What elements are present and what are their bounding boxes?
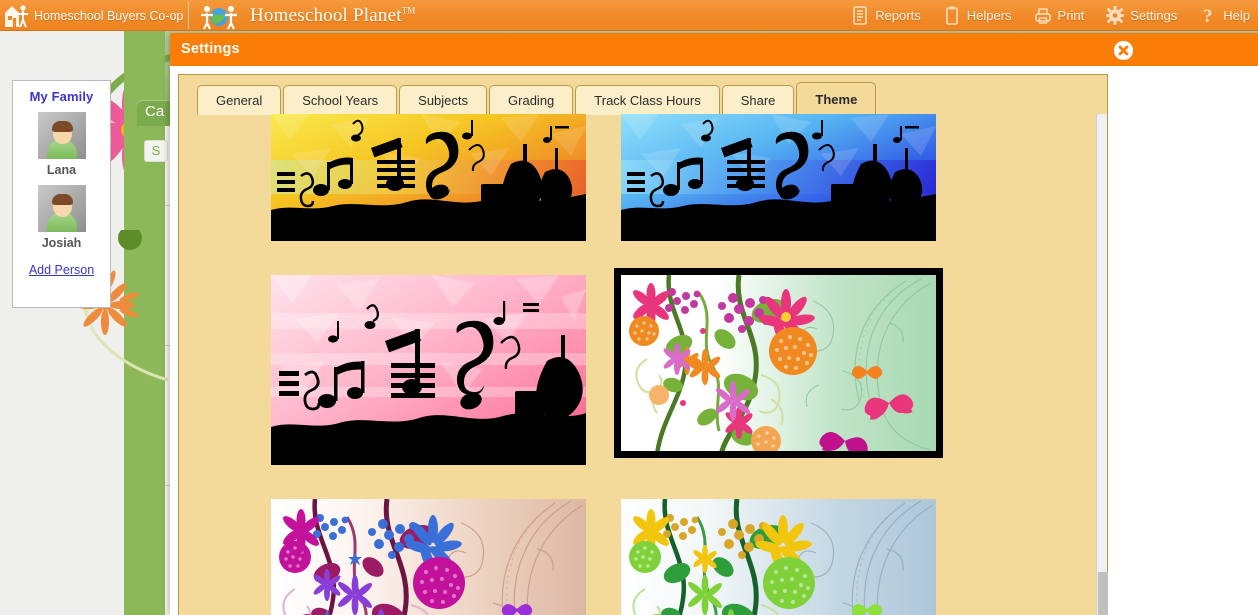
- question-mark-icon: ?: [1203, 6, 1213, 25]
- theme-list-scroll-area: [197, 114, 1093, 615]
- printer-icon: [1034, 8, 1051, 24]
- theme-option[interactable]: [271, 114, 586, 241]
- close-icon[interactable]: [1114, 41, 1133, 60]
- background-left-button[interactable]: S: [144, 140, 168, 162]
- app-title: Homeschool PlanetTM: [250, 5, 416, 27]
- tab-label: Theme: [815, 91, 858, 107]
- calendar-tab-label: Ca: [145, 103, 165, 120]
- my-family-panel: My Family Lana Josiah Add Person: [12, 80, 111, 308]
- schoolhouse-icon: [5, 5, 28, 28]
- tab-general[interactable]: General: [197, 85, 282, 115]
- settings-dialog-titlebar: Settings: [170, 33, 1258, 66]
- floral-artwork: [621, 275, 936, 451]
- settings-tabbar: General School Years Subjects Grading Tr…: [197, 82, 878, 115]
- music-artwork: [271, 114, 586, 241]
- nav-item-label: Settings: [1130, 8, 1178, 23]
- theme-thumbnail-music-blue[interactable]: [621, 114, 936, 241]
- music-artwork: [271, 275, 586, 465]
- nav-item-label: Helpers: [966, 8, 1012, 23]
- svg-text:?: ?: [1203, 6, 1213, 25]
- tab-track-class-hours[interactable]: Track Class Hours: [575, 85, 720, 115]
- floral-artwork: [271, 499, 586, 615]
- globe-people-icon: [201, 6, 237, 30]
- theme-grid: [197, 114, 1093, 615]
- nav-divider: [188, 2, 189, 29]
- nav-item-label: Reports: [875, 8, 921, 23]
- tab-subjects[interactable]: Subjects: [399, 85, 488, 115]
- my-family-title: My Family: [29, 89, 94, 104]
- nav-item-label: Print: [1057, 8, 1085, 23]
- tab-label: Subjects: [418, 93, 469, 108]
- settings-dialog-title: Settings: [181, 41, 240, 57]
- coop-brand[interactable]: Homeschool Buyers Co-op: [0, 0, 183, 31]
- tab-school-years[interactable]: School Years: [283, 85, 398, 115]
- tab-theme[interactable]: Theme: [796, 82, 877, 115]
- top-nav-items: Reports Helpers Print Settings ? Help: [829, 0, 1250, 31]
- report-document-icon: [853, 6, 868, 25]
- theme-option[interactable]: [271, 499, 586, 615]
- tab-label: Share: [740, 93, 776, 108]
- tab-label: School Years: [302, 93, 379, 108]
- theme-option[interactable]: [621, 114, 936, 241]
- nav-item-reports[interactable]: Reports: [851, 6, 921, 25]
- theme-thumbnail-floral-blue[interactable]: [621, 499, 936, 615]
- nav-item-print[interactable]: Print: [1034, 6, 1085, 25]
- nav-item-settings[interactable]: Settings: [1106, 6, 1177, 25]
- theme-list-scrollbar[interactable]: [1096, 114, 1108, 615]
- tab-share[interactable]: Share: [721, 85, 795, 115]
- theme-thumbnail-music-orange[interactable]: [271, 114, 586, 241]
- app-title-text: Homeschool Planet: [250, 5, 402, 26]
- settings-dialog: Settings General School Years Subjects G…: [170, 33, 1258, 615]
- theme-thumbnail-music-pink[interactable]: [271, 275, 586, 465]
- trademark-symbol: TM: [401, 5, 416, 16]
- music-artwork: [621, 114, 936, 241]
- gear-icon: [1106, 6, 1125, 25]
- theme-option[interactable]: [621, 499, 936, 615]
- top-navigation-bar: Homeschool Buyers Co-op Homeschool Plane…: [0, 0, 1258, 31]
- family-member[interactable]: Lana: [13, 112, 110, 177]
- tab-grading[interactable]: Grading: [489, 85, 574, 115]
- family-member-name: Lana: [46, 163, 77, 177]
- calendar-tab[interactable]: Ca: [137, 100, 175, 126]
- clipboard-icon: [945, 6, 958, 25]
- coop-name: Homeschool Buyers Co-op: [34, 8, 184, 23]
- tab-label: Track Class Hours: [594, 93, 701, 108]
- theme-option-selected[interactable]: [614, 268, 943, 465]
- theme-thumbnail-floral-purple[interactable]: [271, 499, 586, 615]
- floral-artwork: [621, 499, 936, 615]
- avatar: [37, 112, 86, 159]
- background-left-button-label: S: [151, 143, 161, 158]
- scrollbar-thumb[interactable]: [1098, 572, 1108, 615]
- theme-option[interactable]: [271, 275, 586, 465]
- theme-thumbnail-floral-green[interactable]: [614, 268, 943, 458]
- add-person-link[interactable]: Add Person: [13, 263, 110, 277]
- nav-item-help[interactable]: ? Help: [1199, 6, 1250, 25]
- settings-dialog-body: General School Years Subjects Grading Tr…: [178, 74, 1108, 615]
- tab-label: General: [216, 93, 263, 108]
- tab-label: Grading: [508, 93, 555, 108]
- nav-item-helpers[interactable]: Helpers: [943, 6, 1012, 25]
- app-root: Ca S w calendars for: siah S My Family L…: [0, 0, 1258, 615]
- family-member[interactable]: Josiah: [13, 185, 110, 250]
- family-member-name: Josiah: [41, 236, 82, 250]
- nav-item-label: Help: [1223, 8, 1250, 23]
- avatar: [37, 185, 86, 232]
